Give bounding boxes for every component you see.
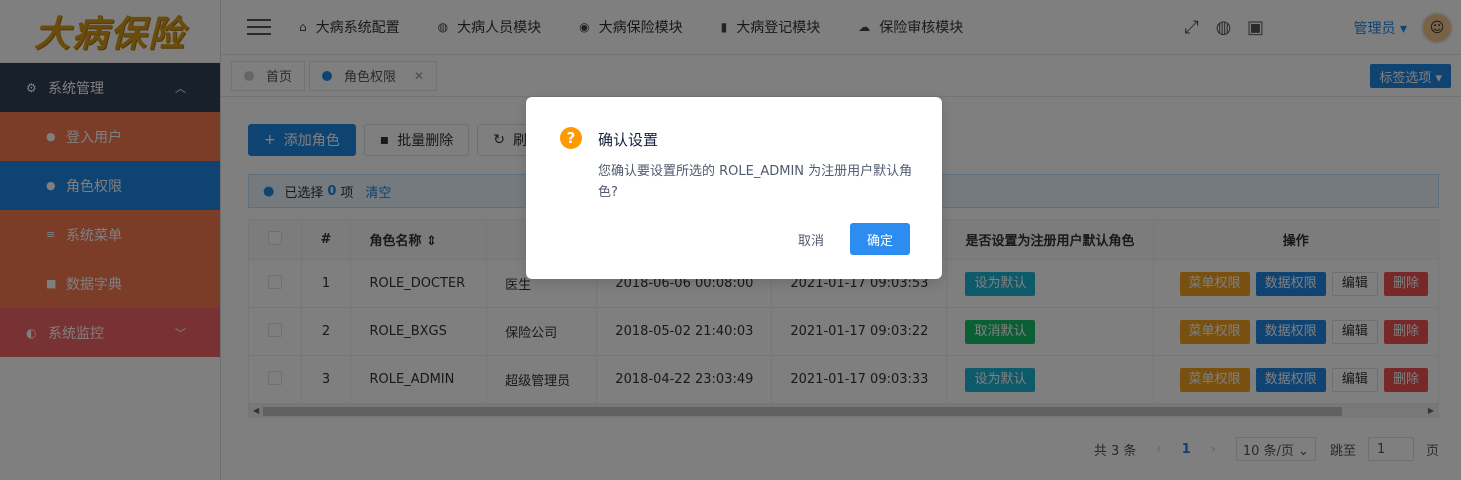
- confirm-dialog: ? 确认设置 您确认要设置所选的 ROLE_ADMIN 为注册用户默认角色? 取…: [526, 97, 942, 279]
- cancel-button[interactable]: 取消: [784, 223, 838, 255]
- confirm-button[interactable]: 确定: [850, 223, 910, 255]
- dialog-title: 确认设置: [598, 131, 659, 149]
- dialog-message: 您确认要设置所选的 ROLE_ADMIN 为注册用户默认角色?: [598, 164, 913, 200]
- warning-icon: ?: [560, 127, 582, 149]
